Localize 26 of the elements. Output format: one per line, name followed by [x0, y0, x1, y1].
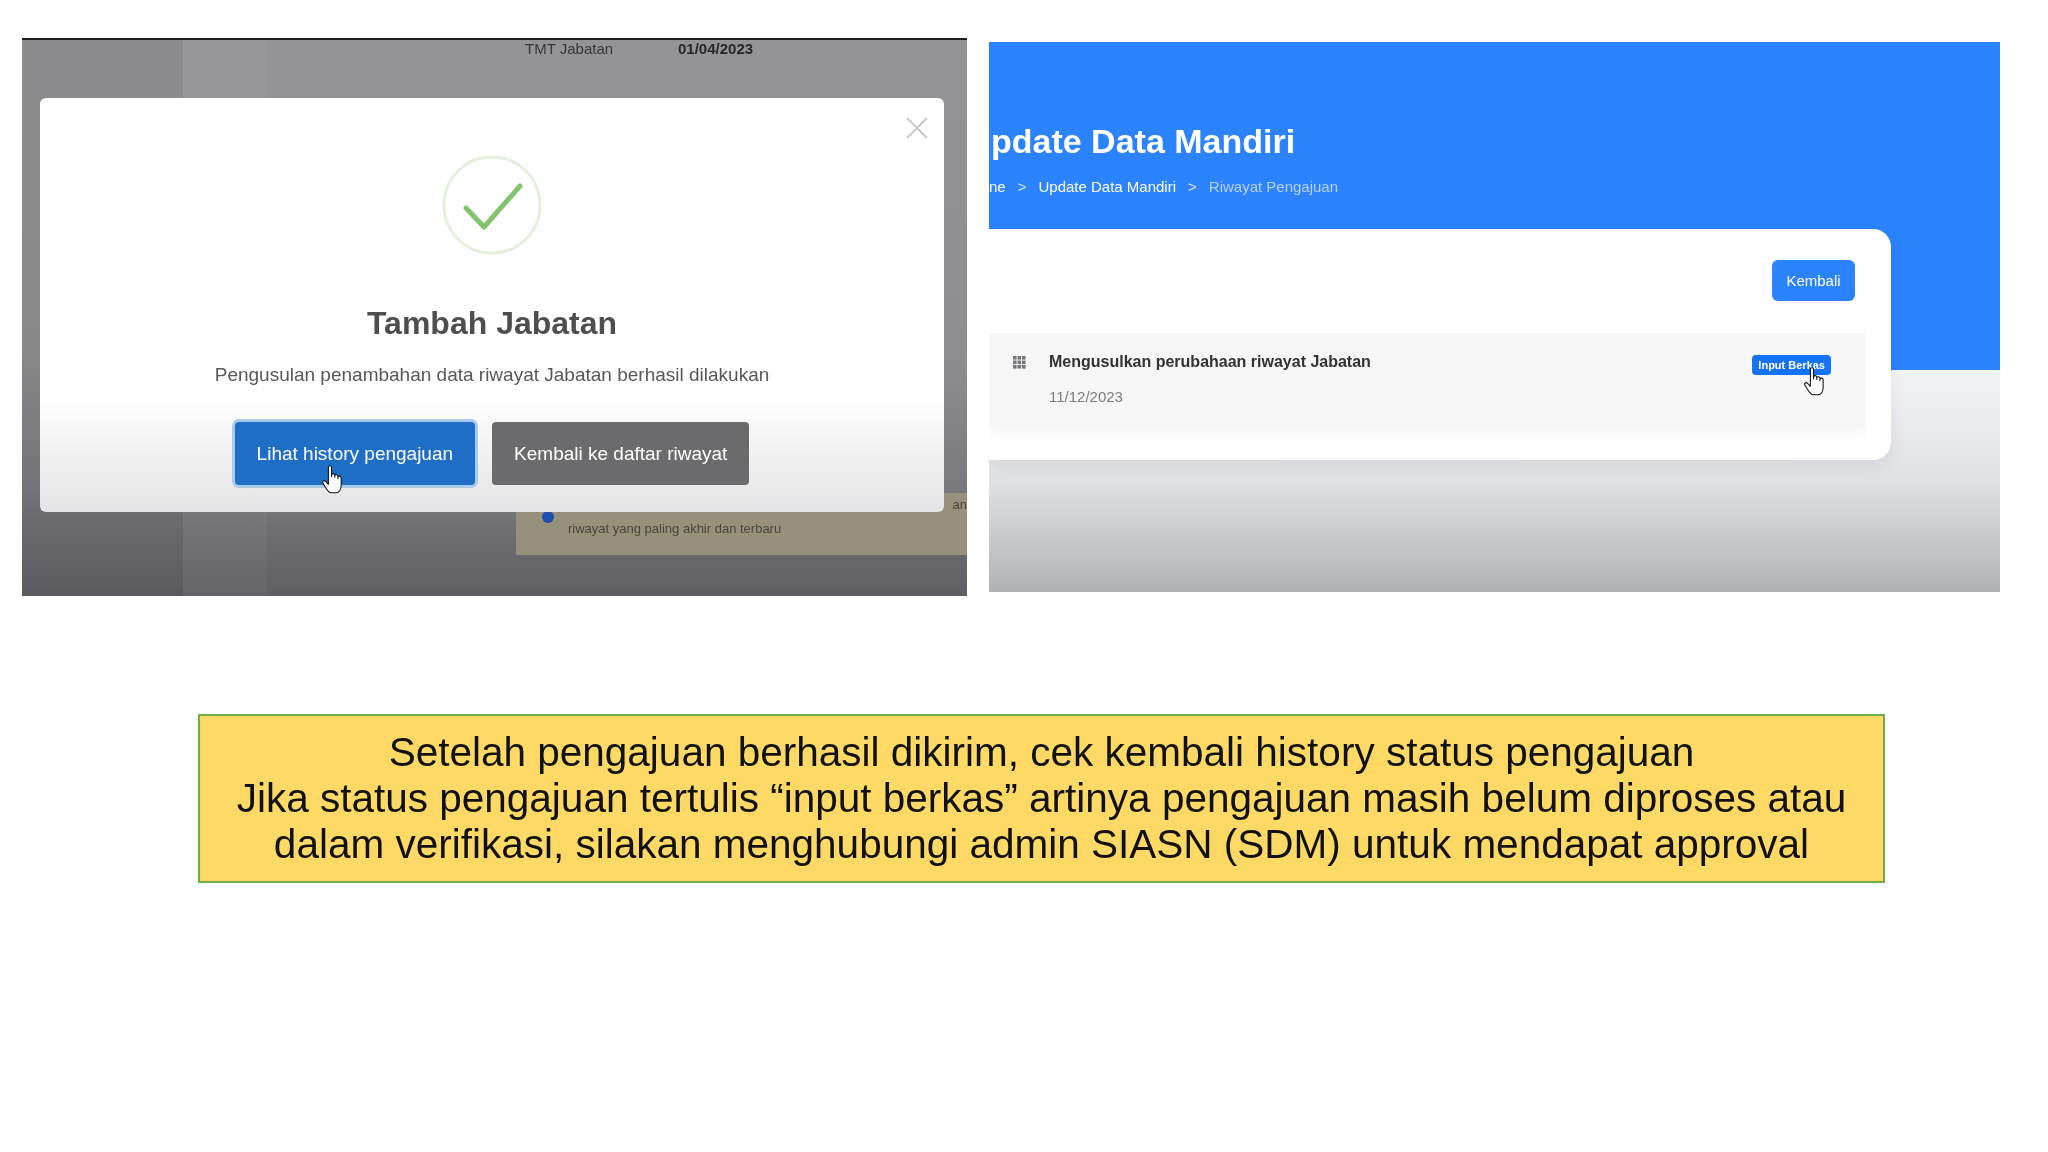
history-button[interactable]: Lihat history pengajuan: [234, 422, 476, 485]
dialog-message: Pengusulan penambahan data riwayat Jabatan berhasil dilakukan: [214, 363, 770, 387]
status-button[interactable]: Input Berkas: [1752, 355, 1831, 375]
check-circle-icon: [442, 155, 542, 255]
breadcrumb-separator: >: [1188, 177, 1197, 197]
close-icon[interactable]: [906, 117, 928, 139]
back-button[interactable]: Kembali: [1772, 260, 1855, 301]
hand-cursor-icon: [321, 465, 342, 494]
grid-icon: [1013, 356, 1026, 369]
back-to-list-button[interactable]: Kembali ke daftar riwayat: [492, 422, 750, 485]
dot-icon: [542, 511, 554, 523]
breadcrumb-link[interactable]: ne: [989, 177, 1006, 197]
caption-text: Jika status pengajuan tertulis “input berkas” artinya pengajuan masih belum diproses atau dalam verifikasi, silakan menghubungi admin SIASN (SDM) untuk mendapat approval: [235, 775, 1848, 867]
submission-date: 11/12/2023: [1049, 388, 1123, 406]
partial-text: an: [952, 497, 967, 512]
breadcrumb-separator: >: [1017, 177, 1027, 197]
dialog-title: Tambah Jabatan: [366, 304, 618, 343]
hand-cursor-icon: [1804, 367, 1825, 396]
field-value: 01/04/2023: [678, 40, 754, 58]
notice-text: riwayat yang paling akhir dan terbaru: [568, 521, 782, 536]
breadcrumb-current: Riwayat Pengajuan: [1208, 177, 1339, 197]
breadcrumb-link[interactable]: Update Data Mandiri: [1038, 177, 1177, 197]
page-title: pdate Data Mandiri: [991, 121, 1296, 162]
submission-title: Mengusulkan perubahaan riwayat Jabatan: [1049, 352, 1371, 372]
field-label: TMT Jabatan: [525, 40, 615, 58]
caption-text: Setelah pengajuan berhasil dikirim, cek kembali history status pengajuan: [388, 729, 1695, 775]
